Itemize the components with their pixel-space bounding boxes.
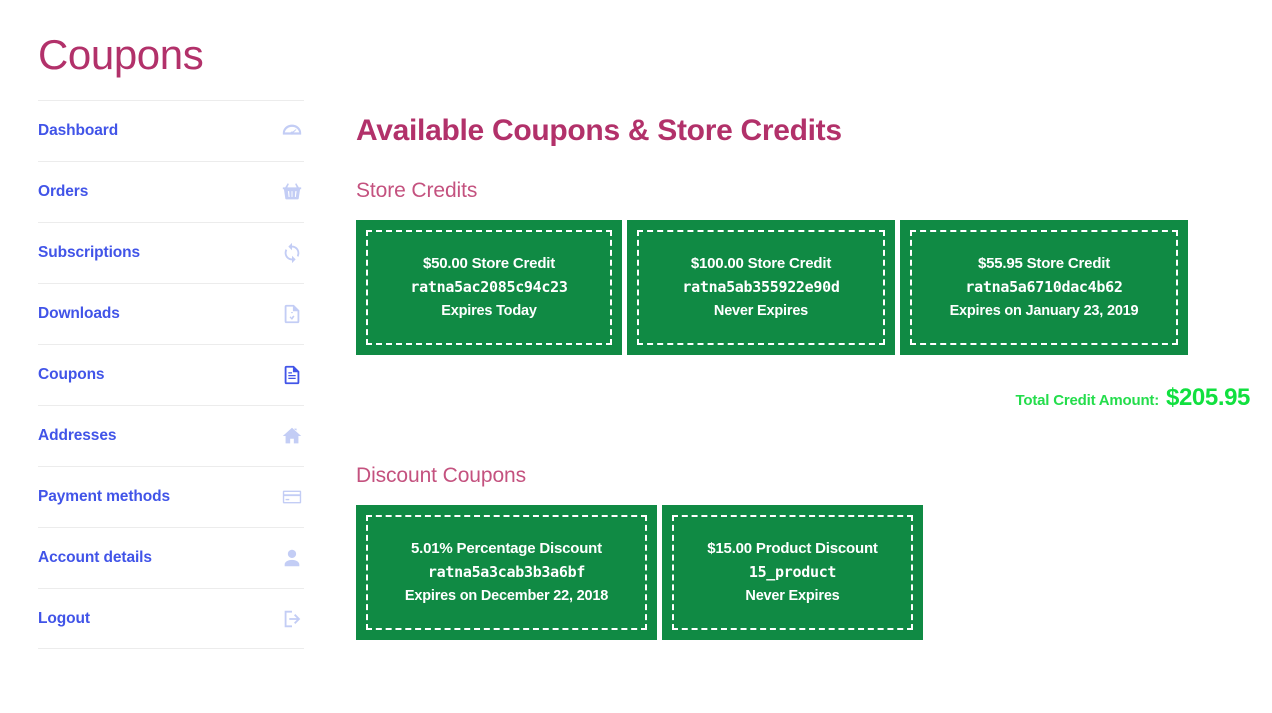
- sidebar-item-account-details[interactable]: Account details: [38, 527, 304, 588]
- sidebar-item-orders[interactable]: Orders: [38, 161, 304, 222]
- credit-card-icon: [281, 486, 303, 508]
- coupon-inner-border: $55.95 Store Credit ratna5a6710dac4b62 E…: [910, 230, 1178, 345]
- sidebar-item-addresses[interactable]: Addresses: [38, 405, 304, 466]
- discount-coupons-card-row: 5.01% Percentage Discount ratna5a3cab3b3…: [356, 505, 1256, 640]
- coupon-expiry: Never Expires: [745, 587, 840, 604]
- store-credits-section: Store Credits $50.00 Store Credit ratna5…: [356, 149, 1256, 412]
- sidebar-item-payment-methods[interactable]: Payment methods: [38, 466, 304, 527]
- sidebar-item-downloads[interactable]: Downloads: [38, 283, 304, 344]
- coupon-inner-border: $15.00 Product Discount 15_product Never…: [672, 515, 913, 630]
- coupon-inner-border: $100.00 Store Credit ratna5ab355922e90d …: [637, 230, 885, 345]
- coupon-amount: 5.01% Percentage Discount: [411, 539, 602, 557]
- coupon-expiry: Never Expires: [713, 302, 809, 319]
- download-file-icon: [281, 303, 303, 325]
- total-credit-label: Total Credit Amount:: [1015, 392, 1160, 409]
- coupon-code[interactable]: ratna5a3cab3b3a6bf: [428, 559, 585, 585]
- coupon-amount: $50.00 Store Credit: [422, 254, 556, 272]
- discount-coupons-section: Discount Coupons 5.01% Percentage Discou…: [356, 464, 1256, 640]
- discount-coupon-card[interactable]: 5.01% Percentage Discount ratna5a3cab3b3…: [356, 505, 657, 640]
- sidebar-item-label: Payment methods: [38, 488, 171, 506]
- store-credit-card[interactable]: $100.00 Store Credit ratna5ab355922e90d …: [627, 220, 895, 355]
- coupon-inner-border: $50.00 Store Credit ratna5ac2085c94c23 E…: [366, 230, 612, 345]
- sidebar-item-label: Coupons: [38, 366, 105, 384]
- page-title: Coupons: [38, 31, 204, 78]
- sidebar-item-label: Addresses: [38, 427, 117, 445]
- store-credits-heading: Store Credits: [356, 179, 478, 202]
- sidebar-item-coupons[interactable]: Coupons: [38, 344, 304, 405]
- store-credit-card[interactable]: $55.95 Store Credit ratna5a6710dac4b62 E…: [900, 220, 1188, 355]
- sidebar-item-label: Orders: [38, 183, 89, 201]
- coupons-page: Coupons Dashboard Orders Subscriptions D…: [0, 0, 1272, 713]
- coupon-amount: $55.95 Store Credit: [977, 254, 1111, 272]
- coupon-code[interactable]: ratna5a6710dac4b62: [965, 274, 1122, 300]
- shopping-basket-icon: [281, 181, 303, 203]
- coupon-code[interactable]: 15_product: [749, 559, 837, 585]
- coupon-code[interactable]: ratna5ac2085c94c23: [410, 274, 567, 300]
- sidebar-item-dashboard[interactable]: Dashboard: [38, 100, 304, 161]
- dashboard-gauge-icon: [281, 120, 303, 142]
- store-credits-card-row: $50.00 Store Credit ratna5ac2085c94c23 E…: [356, 220, 1256, 355]
- sidebar-item-label: Dashboard: [38, 122, 119, 140]
- main-heading: Available Coupons & Store Credits: [356, 114, 842, 147]
- home-icon: [281, 425, 303, 447]
- sidebar-item-label: Downloads: [38, 305, 120, 323]
- account-sidebar: Coupons Dashboard Orders Subscriptions D…: [38, 0, 304, 650]
- coupon-expiry: Expires on January 23, 2019: [949, 302, 1139, 319]
- coupon-amount: $15.00 Product Discount: [707, 539, 878, 557]
- sidebar-item-label: Subscriptions: [38, 244, 141, 262]
- refresh-sync-icon: [281, 242, 303, 264]
- coupon-expiry: Expires Today: [441, 302, 537, 319]
- sidebar-item-label: Logout: [38, 609, 90, 627]
- store-credit-card[interactable]: $50.00 Store Credit ratna5ac2085c94c23 E…: [356, 220, 622, 355]
- user-icon: [281, 547, 303, 569]
- main-content: Available Coupons & Store Credits Store …: [356, 0, 1256, 640]
- coupon-expiry: Expires on December 22, 2018: [404, 587, 609, 604]
- sidebar-item-logout[interactable]: Logout: [38, 588, 304, 650]
- sidebar-item-label: Account details: [38, 549, 152, 567]
- discount-coupon-card[interactable]: $15.00 Product Discount 15_product Never…: [662, 505, 923, 640]
- discount-coupons-heading: Discount Coupons: [356, 464, 526, 487]
- account-nav: Dashboard Orders Subscriptions Downloads: [38, 100, 304, 650]
- coupon-code[interactable]: ratna5ab355922e90d: [682, 274, 839, 300]
- sidebar-item-subscriptions[interactable]: Subscriptions: [38, 222, 304, 283]
- document-icon: [281, 364, 303, 386]
- total-credit-row: Total Credit Amount: $205.95: [356, 384, 1251, 412]
- coupon-amount: $100.00 Store Credit: [690, 254, 832, 272]
- coupon-inner-border: 5.01% Percentage Discount ratna5a3cab3b3…: [366, 515, 647, 630]
- total-credit-amount: $205.95: [1166, 384, 1250, 411]
- sign-out-icon: [281, 608, 303, 630]
